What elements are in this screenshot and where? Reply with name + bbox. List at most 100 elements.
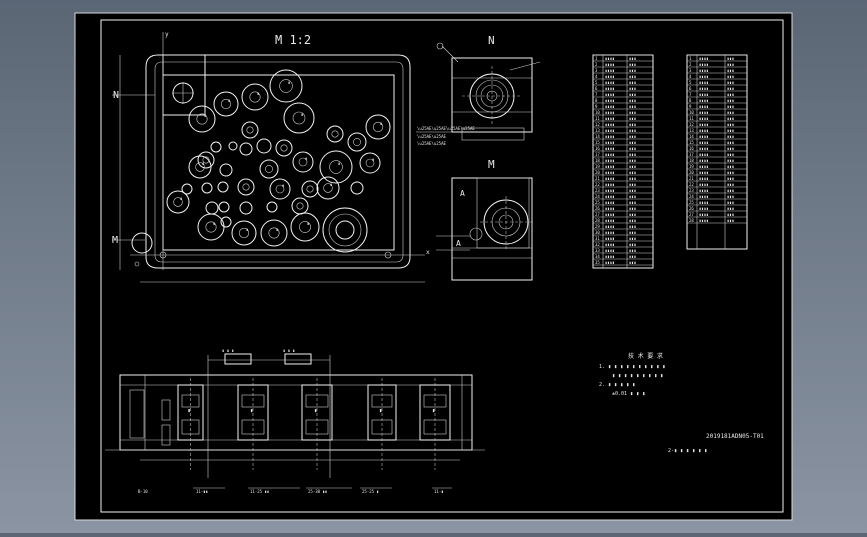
svg-text:35: 35 <box>595 260 600 265</box>
svg-text:16: 16 <box>689 146 694 151</box>
svg-text:32: 32 <box>595 242 600 247</box>
svg-text:20: 20 <box>595 170 600 175</box>
svg-text:▮▮▮: ▮▮▮ <box>727 218 734 223</box>
svg-text:▮▮▮: ▮▮▮ <box>629 68 636 73</box>
svg-text:▮▮▮▮: ▮▮▮▮ <box>605 206 615 211</box>
svg-text:30: 30 <box>595 230 600 235</box>
svg-text:▮: ▮ <box>432 408 435 414</box>
svg-text:▮: ▮ <box>250 408 253 414</box>
note-line-2: ▮ ▮ ▮ ▮ ▮ ▮ ▮ ▮ ▮ <box>612 373 663 379</box>
svg-text:▮: ▮ <box>276 227 278 232</box>
svg-text:▮▮▮▮: ▮▮▮▮ <box>699 164 709 169</box>
svg-text:▮▮▮: ▮▮▮ <box>629 92 636 97</box>
svg-text:▮▮▮: ▮▮▮ <box>727 158 734 163</box>
svg-text:▮▮▮▮: ▮▮▮▮ <box>605 86 615 91</box>
svg-text:▮▮▮: ▮▮▮ <box>727 170 734 175</box>
svg-text:▮▮▮▮: ▮▮▮▮ <box>699 62 709 67</box>
svg-text:14: 14 <box>595 134 600 139</box>
section-a-label-top: A <box>460 189 465 198</box>
svg-text:▮▮▮▮: ▮▮▮▮ <box>605 230 615 235</box>
svg-text:▮: ▮ <box>379 408 382 414</box>
svg-text:▮▮▮▮: ▮▮▮▮ <box>699 200 709 205</box>
svg-text:▮▮▮▮: ▮▮▮▮ <box>699 98 709 103</box>
svg-text:22: 22 <box>689 182 694 187</box>
svg-text:▮▮▮: ▮▮▮ <box>629 128 636 133</box>
svg-text:▮▮▮: ▮▮▮ <box>629 98 636 103</box>
svg-text:▮▮▮: ▮▮▮ <box>629 134 636 139</box>
svg-text:▮▮▮▮: ▮▮▮▮ <box>605 182 615 187</box>
svg-text:▮▮▮▮: ▮▮▮▮ <box>699 68 709 73</box>
svg-text:▮▮▮▮: ▮▮▮▮ <box>699 104 709 109</box>
svg-text:▮▮▮▮: ▮▮▮▮ <box>699 176 709 181</box>
svg-text:▮▮▮▮: ▮▮▮▮ <box>605 62 615 67</box>
svg-text:▮▮▮: ▮▮▮ <box>629 62 636 67</box>
svg-text:25: 25 <box>595 200 600 205</box>
svg-text:29: 29 <box>595 224 600 229</box>
svg-text:▮▮▮: ▮▮▮ <box>629 140 636 145</box>
cad-drawing-canvas[interactable]: M 1:2 y x N M ▮▮▮▮ ▮▮▮▮▮▮▮▮▮▮▮ ▮▮ N \u25… <box>0 0 867 533</box>
svg-text:▮▮▮▮: ▮▮▮▮ <box>699 128 709 133</box>
svg-text:▮▮▮: ▮▮▮ <box>629 254 636 259</box>
svg-text:▮▮▮: ▮▮▮ <box>727 62 734 67</box>
svg-text:▮▮▮: ▮▮▮ <box>727 182 734 187</box>
svg-text:▮▮▮: ▮▮▮ <box>629 170 636 175</box>
svg-text:▮▮▮▮: ▮▮▮▮ <box>699 146 709 151</box>
svg-text:▮▮▮▮: ▮▮▮▮ <box>605 200 615 205</box>
svg-text:▮▮▮▮: ▮▮▮▮ <box>605 146 615 151</box>
svg-text:▮: ▮ <box>288 80 290 85</box>
svg-text:▮▮▮: ▮▮▮ <box>727 206 734 211</box>
svg-text:▮▮▮▮: ▮▮▮▮ <box>605 104 615 109</box>
note-line-1: 1. ▮ ▮ ▮ ▮ ▮ ▮ ▮ ▮ ▮ ▮ <box>599 364 665 370</box>
svg-text:▮▮▮: ▮▮▮ <box>629 236 636 241</box>
svg-text:▮▮▮▮: ▮▮▮▮ <box>605 98 615 103</box>
svg-text:▮▮▮: ▮▮▮ <box>727 194 734 199</box>
svg-text:▮▮▮: ▮▮▮ <box>629 224 636 229</box>
svg-text:▮▮▮▮: ▮▮▮▮ <box>605 224 615 229</box>
svg-text:▮▮▮▮: ▮▮▮▮ <box>605 188 615 193</box>
drawing-title: 2-▮ ▮ ▮ ▮ ▮ ▮ <box>668 448 707 454</box>
svg-text:▮: ▮ <box>305 156 307 161</box>
svg-text:▮▮▮: ▮▮▮ <box>727 152 734 157</box>
dim-label-1: ▮ ▮ ▮ <box>222 348 234 353</box>
svg-text:▮▮▮▮: ▮▮▮▮ <box>699 86 709 91</box>
svg-text:▮: ▮ <box>257 91 259 96</box>
svg-text:▮▮▮▮: ▮▮▮▮ <box>605 134 615 139</box>
svg-text:13: 13 <box>689 128 694 133</box>
svg-text:▮▮▮: ▮▮▮ <box>629 116 636 121</box>
svg-text:▮▮▮: ▮▮▮ <box>727 86 734 91</box>
svg-text:▮: ▮ <box>372 157 374 162</box>
dim-label-2: ▮ ▮ ▮ <box>283 348 295 353</box>
svg-text:▮▮▮: ▮▮▮ <box>629 248 636 253</box>
cad-viewport[interactable]: M 1:2 y x N M ▮ ▮ ▮ ▮ ▮ ▮ ▮ ▮ ▮ ▮ ▮ ▮ ▮ ▮ ▮ ▮ ▮ N <box>0 0 867 533</box>
svg-text:▮: ▮ <box>246 227 248 232</box>
svg-text:▮: ▮ <box>204 113 206 118</box>
plan-label-n: N <box>113 90 119 101</box>
svg-text:11: 11 <box>689 116 694 121</box>
svg-text:10: 10 <box>689 110 694 115</box>
svg-text:18: 18 <box>689 158 694 163</box>
svg-text:▮▮▮▮: ▮▮▮▮ <box>605 68 615 73</box>
svg-text:▮▮▮: ▮▮▮ <box>727 140 734 145</box>
svg-text:▮: ▮ <box>228 98 230 103</box>
svg-text:16: 16 <box>595 146 600 151</box>
svg-text:▮▮▮▮: ▮▮▮▮ <box>699 92 709 97</box>
section-m-label: M <box>488 158 495 171</box>
svg-text:▮▮▮▮: ▮▮▮▮ <box>699 194 709 199</box>
section-a-label-bottom: A <box>456 239 461 248</box>
svg-text:27: 27 <box>689 212 694 217</box>
drawing-number: 2019181ADN05-T01 <box>706 433 764 440</box>
svg-text:▮▮▮▮: ▮▮▮▮ <box>699 170 709 175</box>
svg-text:▮▮▮: ▮▮▮ <box>629 218 636 223</box>
svg-text:▮▮▮: ▮▮▮ <box>727 98 734 103</box>
svg-text:19: 19 <box>689 164 694 169</box>
svg-text:▮▮▮: ▮▮▮ <box>727 74 734 79</box>
svg-text:25: 25 <box>689 200 694 205</box>
svg-text:▮▮▮: ▮▮▮ <box>727 188 734 193</box>
svg-text:▮▮▮: ▮▮▮ <box>629 200 636 205</box>
svg-text:▮▮▮▮: ▮▮▮▮ <box>605 56 615 61</box>
svg-text:▮▮▮▮: ▮▮▮▮ <box>605 248 615 253</box>
svg-text:▮: ▮ <box>338 161 340 166</box>
svg-text:33: 33 <box>595 248 600 253</box>
svg-text:▮▮▮▮: ▮▮▮▮ <box>605 194 615 199</box>
bottom-label-4: 25-30 ▮▮ <box>308 489 327 494</box>
